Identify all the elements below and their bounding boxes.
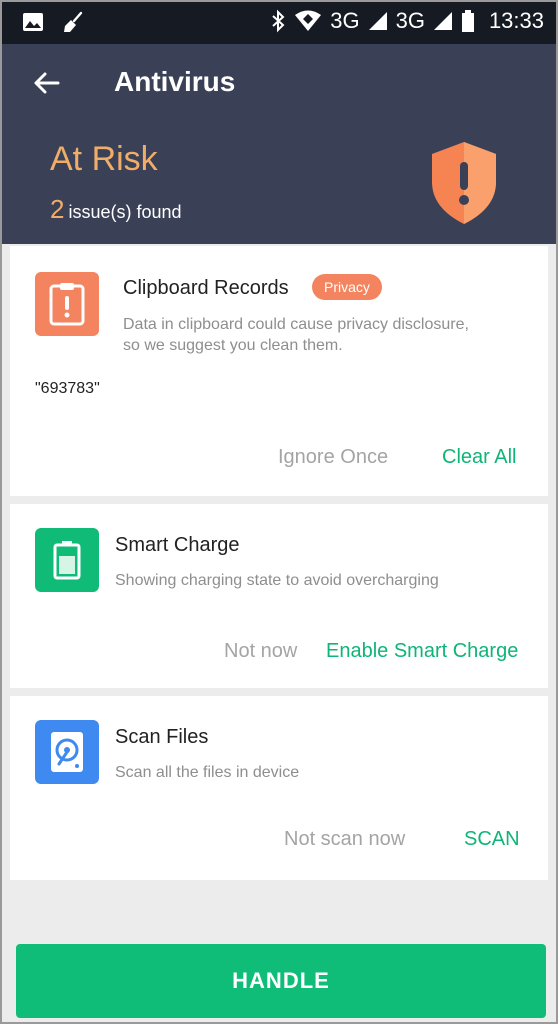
- smart-charge-card: Smart Charge Showing charging state to a…: [10, 504, 548, 688]
- clear-all-button[interactable]: Clear All: [442, 446, 516, 469]
- back-arrow-icon[interactable]: [30, 66, 64, 100]
- status-bar: 3G 3G 13:33: [2, 2, 556, 44]
- card-title: Scan Files: [115, 726, 209, 748]
- antivirus-header: Antivirus At Risk 2 issue(s) found: [2, 44, 556, 244]
- battery-icon: [35, 528, 99, 592]
- card-title: Clipboard Records: [123, 277, 289, 299]
- page-title: Antivirus: [114, 66, 236, 97]
- not-now-button[interactable]: Not now: [224, 640, 297, 663]
- ignore-once-button[interactable]: Ignore Once: [278, 446, 388, 469]
- enable-smart-charge-button[interactable]: Enable Smart Charge: [326, 640, 518, 663]
- issue-count: 2: [50, 194, 65, 224]
- wifi-icon: [295, 10, 322, 31]
- hard-drive-icon: [35, 720, 99, 784]
- signal-icon: [433, 12, 452, 30]
- network-type-2: 3G: [395, 8, 425, 33]
- card-description: Scan all the files in device: [115, 764, 300, 781]
- card-description-line: Data in clipboard could cause privacy di…: [123, 316, 469, 333]
- risk-status: At Risk: [50, 140, 158, 178]
- clipboard-value: "693783": [35, 380, 100, 397]
- card-description: Showing charging state to avoid overchar…: [115, 572, 439, 589]
- phone-screen: 3G 3G 13:33 Antivirus At Risk 2 issue(s) …: [0, 0, 558, 1024]
- not-scan-now-button[interactable]: Not scan now: [284, 828, 405, 851]
- clock: 13:33: [488, 8, 544, 33]
- broom-notification-icon: [64, 11, 83, 32]
- issue-text: issue(s) found: [68, 202, 182, 222]
- card-title: Smart Charge: [115, 534, 240, 556]
- bluetooth-icon: [272, 9, 285, 33]
- scan-files-card: Scan Files Scan all the files in device …: [10, 696, 548, 880]
- signal-icon: [368, 12, 387, 30]
- network-type-1: 3G: [330, 8, 360, 33]
- shield-alert-icon: [432, 142, 496, 224]
- clipboard-records-card: Clipboard Records Privacy Data in clipbo…: [10, 246, 548, 496]
- clipboard-alert-icon: [35, 272, 99, 336]
- battery-status-icon: [461, 10, 474, 32]
- card-description: Data in clipboard could cause privacy di…: [123, 314, 469, 356]
- image-notification-icon: [23, 13, 43, 31]
- privacy-badge: Privacy: [312, 274, 382, 300]
- card-description-line: so we suggest you clean them.: [123, 337, 343, 354]
- handle-button[interactable]: HANDLE: [16, 944, 546, 1018]
- issues-summary: 2 issue(s) found: [50, 194, 182, 225]
- scan-button[interactable]: SCAN: [464, 828, 520, 851]
